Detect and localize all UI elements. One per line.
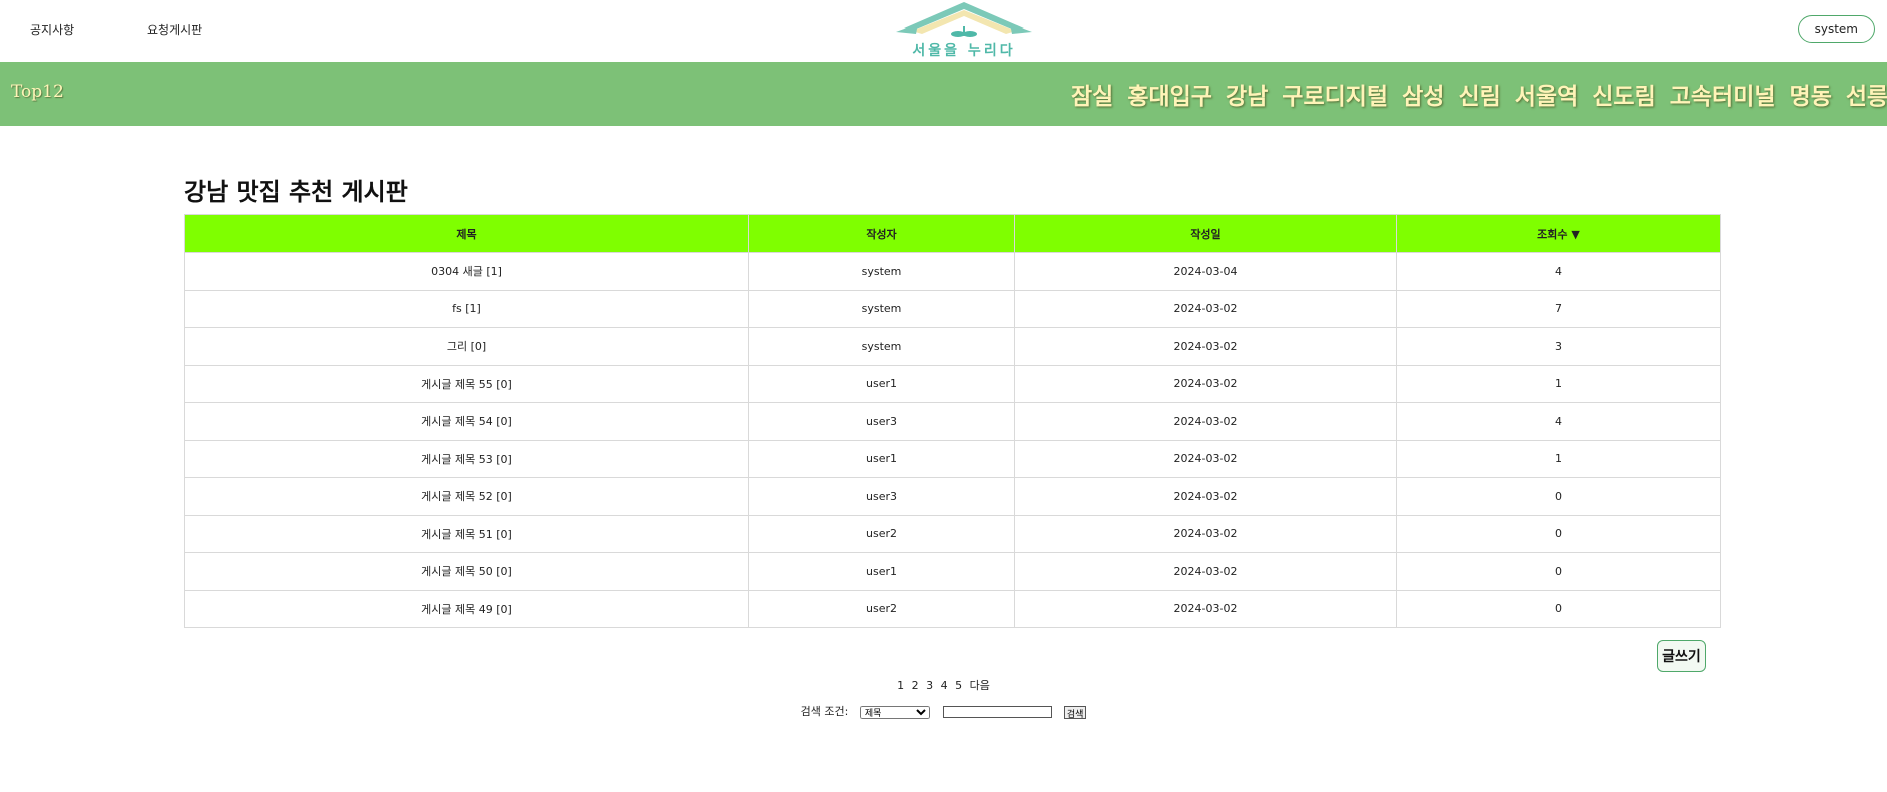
- post-title-cell[interactable]: 게시글 제목 53 [0]: [184, 439, 749, 478]
- search-input[interactable]: [943, 706, 1053, 718]
- table-row[interactable]: fs [1] system 2024-03-02 7: [184, 289, 1721, 328]
- post-date-cell: 2024-03-02: [1014, 402, 1397, 441]
- post-author-cell: user1: [748, 364, 1015, 403]
- ribbon-item[interactable]: 강남: [1226, 77, 1268, 111]
- post-author-cell: user1: [748, 552, 1015, 591]
- column-header-title: 제목: [184, 214, 749, 253]
- pagination: 1 2 3 4 5 다음: [0, 677, 1887, 693]
- table-row[interactable]: 게시글 제목 54 [0] user3 2024-03-02 4: [184, 402, 1721, 441]
- board-table: 제목 작성자 작성일 조회수 ▼ 0304 새글 [1] system 2024-0…: [184, 214, 1721, 628]
- post-title-cell[interactable]: 게시글 제목 49 [0]: [184, 589, 749, 628]
- site-logo[interactable]: 서울을 누리다: [896, 2, 1032, 60]
- ribbon-item[interactable]: 선릉: [1846, 77, 1887, 111]
- post-views-cell: 0: [1396, 514, 1721, 553]
- post-title-cell[interactable]: 게시글 제목 54 [0]: [184, 402, 749, 441]
- search-field-select[interactable]: 제목: [859, 705, 930, 719]
- post-author-cell: system: [748, 327, 1015, 366]
- post-views-cell: 1: [1396, 364, 1721, 403]
- page-link[interactable]: 1: [897, 679, 904, 692]
- post-title-cell[interactable]: 그리 [0]: [184, 327, 749, 366]
- post-date-cell: 2024-03-02: [1014, 589, 1397, 628]
- table-header-row: 제목 작성자 작성일 조회수 ▼: [184, 214, 1721, 253]
- post-author-cell: user1: [748, 439, 1015, 478]
- next-page-link[interactable]: 다음: [970, 679, 990, 692]
- post-views-cell: 7: [1396, 289, 1721, 328]
- column-header-author: 작성자: [748, 214, 1015, 253]
- post-title-cell[interactable]: 게시글 제목 52 [0]: [184, 477, 749, 516]
- post-title-cell[interactable]: 게시글 제목 51 [0]: [184, 514, 749, 553]
- post-author-cell: user3: [748, 477, 1015, 516]
- table-row[interactable]: 게시글 제목 55 [0] user1 2024-03-02 1: [184, 364, 1721, 403]
- post-title-cell[interactable]: 게시글 제목 55 [0]: [184, 364, 749, 403]
- page-title: 강남 맛집 추천 게시판: [184, 178, 408, 206]
- post-author-cell: user2: [748, 514, 1015, 553]
- post-views-cell: 0: [1396, 589, 1721, 628]
- ribbon-item[interactable]: 잠실: [1071, 77, 1113, 111]
- page-link[interactable]: 3: [926, 679, 933, 692]
- nav-notice-link[interactable]: 공지사항: [30, 21, 74, 38]
- post-date-cell: 2024-03-02: [1014, 514, 1397, 553]
- board-section: 강남 맛집 추천 게시판 제목 작성자 작성일 조회수 ▼ 0304 새글 [1…: [184, 168, 1721, 628]
- post-author-cell: user3: [748, 402, 1015, 441]
- table-row[interactable]: 0304 새글 [1] system 2024-03-04 4: [184, 252, 1721, 291]
- top12-ribbon: Top12 잠실 홍대입구 강남 구로디지털 삼성 신림 서울역 신도림 고속터…: [0, 62, 1887, 126]
- ribbon-item[interactable]: 삼성: [1402, 77, 1444, 111]
- ribbon-title: Top12: [11, 82, 64, 102]
- table-row[interactable]: 그리 [0] system 2024-03-02 3: [184, 327, 1721, 366]
- column-header-views-sort[interactable]: 조회수 ▼: [1396, 214, 1721, 253]
- top-bar: 공지사항 요청게시판 서울을 누리다 system: [0, 0, 1887, 62]
- post-date-cell: 2024-03-02: [1014, 439, 1397, 478]
- post-title-cell[interactable]: fs [1]: [184, 289, 749, 328]
- post-views-cell: 0: [1396, 552, 1721, 591]
- table-row[interactable]: 게시글 제목 50 [0] user1 2024-03-02 0: [184, 552, 1721, 591]
- ribbon-item[interactable]: 서울역: [1515, 77, 1578, 111]
- post-date-cell: 2024-03-02: [1014, 364, 1397, 403]
- page-link[interactable]: 5: [955, 679, 962, 692]
- write-post-button[interactable]: 글쓰기: [1657, 640, 1706, 672]
- page-link[interactable]: 4: [941, 679, 948, 692]
- post-date-cell: 2024-03-02: [1014, 327, 1397, 366]
- search-button[interactable]: 검색: [1063, 705, 1087, 719]
- post-author-cell: user2: [748, 589, 1015, 628]
- user-menu-button[interactable]: system: [1797, 15, 1875, 43]
- post-date-cell: 2024-03-04: [1014, 252, 1397, 291]
- column-header-date: 작성일: [1014, 214, 1397, 253]
- post-date-cell: 2024-03-02: [1014, 289, 1397, 328]
- ribbon-region-list: 잠실 홍대입구 강남 구로디지털 삼성 신림 서울역 신도림 고속터미널 명동 …: [1071, 77, 1887, 111]
- ribbon-item[interactable]: 고속터미널: [1670, 77, 1776, 111]
- search-bar: 검색 조건: 제목 검색: [0, 703, 1887, 719]
- page-link[interactable]: 2: [912, 679, 919, 692]
- table-row[interactable]: 게시글 제목 51 [0] user2 2024-03-02 0: [184, 514, 1721, 553]
- ribbon-item[interactable]: 명동: [1790, 77, 1832, 111]
- table-row[interactable]: 게시글 제목 53 [0] user1 2024-03-02 1: [184, 439, 1721, 478]
- post-views-cell: 4: [1396, 252, 1721, 291]
- post-date-cell: 2024-03-02: [1014, 477, 1397, 516]
- post-author-cell: system: [748, 252, 1015, 291]
- ribbon-item[interactable]: 신도림: [1592, 77, 1655, 111]
- post-author-cell: system: [748, 289, 1015, 328]
- post-views-cell: 4: [1396, 402, 1721, 441]
- table-row[interactable]: 게시글 제목 49 [0] user2 2024-03-02 0: [184, 589, 1721, 628]
- post-views-cell: 3: [1396, 327, 1721, 366]
- search-label: 검색 조건:: [800, 705, 849, 718]
- ribbon-item[interactable]: 신림: [1458, 77, 1500, 111]
- post-date-cell: 2024-03-02: [1014, 552, 1397, 591]
- logo-text: 서울을 누리다: [912, 43, 1016, 59]
- nav-request-link[interactable]: 요청게시판: [147, 21, 202, 38]
- post-title-cell[interactable]: 0304 새글 [1]: [184, 252, 749, 291]
- ribbon-item[interactable]: 홍대입구: [1127, 77, 1212, 111]
- post-views-cell: 0: [1396, 477, 1721, 516]
- ribbon-item[interactable]: 구로디지털: [1282, 77, 1388, 111]
- logo-roof-icon: [896, 2, 1032, 37]
- post-views-cell: 1: [1396, 439, 1721, 478]
- post-title-cell[interactable]: 게시글 제목 50 [0]: [184, 552, 749, 591]
- table-row[interactable]: 게시글 제목 52 [0] user3 2024-03-02 0: [184, 477, 1721, 516]
